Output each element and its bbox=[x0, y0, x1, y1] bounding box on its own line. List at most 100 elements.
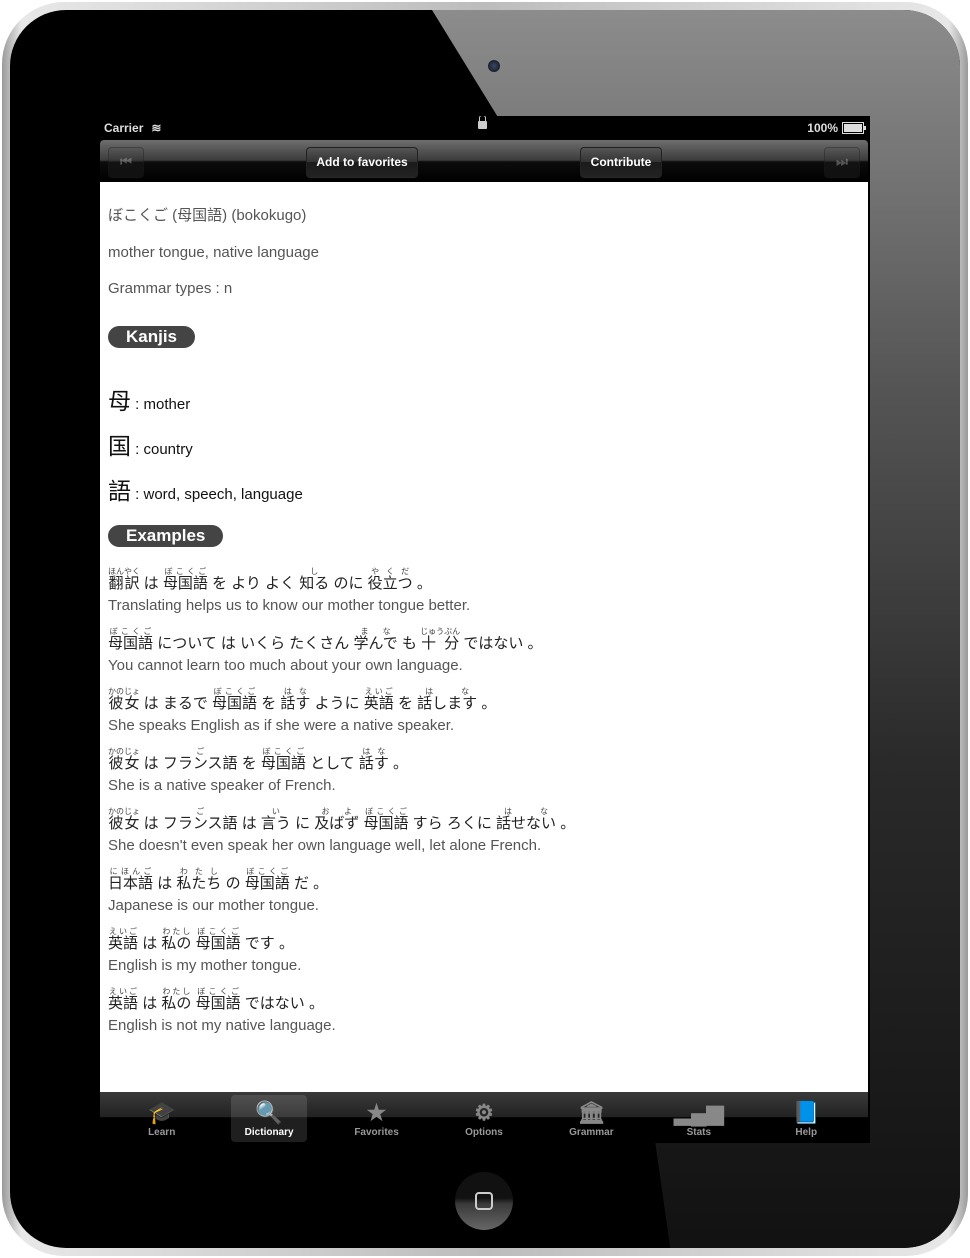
word: 私たちわたし bbox=[176, 867, 222, 892]
word-text: より bbox=[231, 575, 261, 592]
furigana: ご bbox=[162, 807, 238, 816]
add-to-favorites-button[interactable]: Add to favorites bbox=[306, 147, 418, 177]
word-text: よく bbox=[265, 575, 296, 592]
word-text: いくら bbox=[240, 635, 286, 652]
graduation-cap-icon: 🎓 bbox=[148, 1100, 176, 1125]
word-text: たくさん bbox=[289, 635, 350, 652]
word: 。 bbox=[560, 815, 575, 832]
word: まるで bbox=[163, 695, 208, 712]
word: は bbox=[142, 935, 157, 952]
word-text: 話します bbox=[417, 695, 478, 712]
word-text: 。 bbox=[278, 935, 294, 952]
furigana: ぼこくご bbox=[212, 687, 258, 696]
word-text: 母国語 bbox=[195, 995, 241, 1012]
furigana: やくだ bbox=[367, 567, 413, 576]
word: です bbox=[245, 935, 275, 952]
toolbar: ⏮ Add to favorites Contribute ⏭ bbox=[100, 140, 868, 182]
word: 母国語ぼこくご bbox=[195, 987, 241, 1012]
kanji-meaning: : word, speech, language bbox=[131, 486, 303, 503]
tab-label: Options bbox=[465, 1127, 503, 1138]
furigana: かのじょ bbox=[108, 747, 140, 756]
example-english: English is my mother tongue. bbox=[108, 957, 302, 974]
word: 。 bbox=[528, 635, 543, 652]
fast-forward-icon: ⏭ bbox=[836, 154, 848, 169]
word-text: 。 bbox=[393, 755, 409, 772]
furigana: ぼこくご bbox=[195, 927, 241, 936]
word: 。 bbox=[417, 575, 432, 592]
word: より bbox=[231, 575, 261, 592]
word: 母国語ぼこくご bbox=[212, 687, 257, 712]
word: 翻訳ほんやく bbox=[108, 567, 140, 592]
example-item[interactable]: 彼女かのじょ は まるで 母国語ぼこくご を 話すはな ように 英語えいご を … bbox=[108, 687, 868, 734]
example-item[interactable]: 彼女かのじょ は フランス語ご は 言うい に 及ばずおよ 母国語ぼこくご すら… bbox=[108, 807, 868, 854]
furigana: ぼこくご bbox=[363, 807, 409, 816]
word: 彼女かのじょ bbox=[108, 807, 140, 832]
word-text: だ bbox=[293, 875, 309, 892]
example-japanese: 彼女かのじょ は フランス語ご を 母国語ぼこくご として 話すはな 。 bbox=[108, 747, 868, 771]
word: フランス語ご bbox=[163, 807, 238, 832]
battery-icon bbox=[842, 122, 866, 134]
furigana: はな bbox=[496, 807, 557, 816]
word-text: 日本語 bbox=[108, 875, 154, 892]
word-text: に bbox=[295, 815, 311, 832]
furigana: い bbox=[260, 807, 291, 816]
word: たくさん bbox=[289, 635, 349, 652]
tab-grammar[interactable]: 🏛 Grammar bbox=[553, 1092, 629, 1142]
tab-help[interactable]: 📘 Help bbox=[768, 1092, 844, 1142]
word-text: 及ばず bbox=[314, 815, 360, 832]
kanji-item[interactable]: 母 : mother bbox=[108, 382, 868, 419]
word: 。 bbox=[309, 995, 324, 1012]
kanji-char: 国 bbox=[108, 433, 131, 459]
word-text: 彼女 bbox=[108, 815, 140, 832]
word-text: まるで bbox=[162, 695, 208, 712]
example-item[interactable]: 英語えいご は 私のわたし 母国語ぼこくご ではない 。 English is … bbox=[108, 987, 868, 1034]
tab-learn[interactable]: 🎓 Learn bbox=[124, 1092, 200, 1142]
furigana: にほんご bbox=[108, 867, 154, 876]
tab-dictionary[interactable]: 🔍 Dictionary bbox=[231, 1095, 308, 1142]
word-text: 彼女 bbox=[108, 755, 140, 772]
tab-options[interactable]: ⚙ Options bbox=[446, 1092, 522, 1142]
word: 話すはな bbox=[280, 687, 310, 712]
wifi-icon: ≋ bbox=[151, 121, 162, 135]
furigana: およ bbox=[314, 807, 360, 816]
gear-icon: ⚙ bbox=[474, 1100, 494, 1125]
word-text: を bbox=[212, 575, 228, 592]
furigana: じゅうぶん bbox=[420, 627, 461, 636]
furigana: はな bbox=[358, 747, 389, 756]
word-text: ではない bbox=[463, 635, 524, 652]
word-text: 。 bbox=[308, 995, 324, 1012]
example-item[interactable]: 日本語にほんご は 私たちわたし の 母国語ぼこくご だ 。 Japanese … bbox=[108, 867, 868, 914]
tab-favorites[interactable]: ★ Favorites bbox=[339, 1092, 415, 1142]
previous-button[interactable]: ⏮ bbox=[108, 147, 144, 177]
word: も bbox=[402, 635, 417, 652]
entry-content[interactable]: ぼこくご (母国語) (bokokugo) mother tongue, nat… bbox=[100, 182, 868, 1092]
word-text: 英語 bbox=[108, 935, 139, 952]
battery-percent: 100% bbox=[807, 121, 838, 135]
furigana: まな bbox=[353, 627, 398, 636]
word-text: を bbox=[241, 755, 257, 772]
kanji-item[interactable]: 語 : word, speech, language bbox=[108, 472, 868, 509]
tab-label: Help bbox=[795, 1127, 818, 1138]
tab-stats[interactable]: ▂▄▆ Stats bbox=[661, 1092, 737, 1142]
word-text: は bbox=[241, 815, 257, 832]
next-button[interactable]: ⏭ bbox=[824, 147, 860, 177]
word: は bbox=[144, 695, 159, 712]
example-item[interactable]: 彼女かのじょ は フランス語ご を 母国語ぼこくご として 話すはな 。 She… bbox=[108, 747, 868, 794]
kanji-item[interactable]: 国 : country bbox=[108, 427, 868, 464]
app-screen: Carrier ≋ 100% ⏮ Add to favorites Contri… bbox=[98, 116, 870, 1143]
word-text: 英語 bbox=[363, 695, 394, 712]
word-text: 話す bbox=[358, 755, 389, 772]
word: 私のわたし bbox=[161, 927, 191, 952]
word-text: 私たち bbox=[176, 875, 222, 892]
word-text: は bbox=[143, 575, 159, 592]
word: 日本語にほんご bbox=[108, 867, 154, 892]
star-icon: ★ bbox=[366, 1100, 387, 1125]
word: は bbox=[144, 575, 159, 592]
lock-icon bbox=[478, 116, 487, 129]
example-item[interactable]: 翻訳ほんやく は 母国語ぼこくご を より よく 知るし のに 役立つやくだ 。… bbox=[108, 567, 868, 614]
example-item[interactable]: 母国語ぼこくご について は いくら たくさん 学んでまな も 十 分じゅうぶん… bbox=[108, 627, 868, 674]
home-button[interactable] bbox=[455, 1172, 513, 1230]
example-item[interactable]: 英語えいご は 私のわたし 母国語ぼこくご です 。 English is my… bbox=[108, 927, 868, 974]
contribute-button[interactable]: Contribute bbox=[580, 147, 662, 177]
word: 英語えいご bbox=[363, 687, 394, 712]
